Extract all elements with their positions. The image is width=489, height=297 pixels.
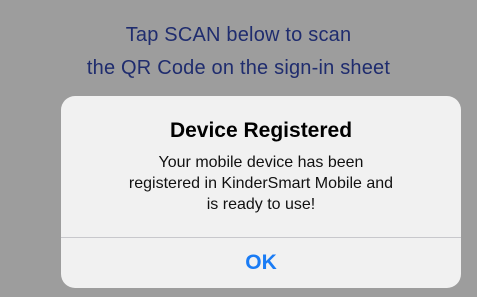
alert-message-line-2: registered in KinderSmart Mobile and bbox=[128, 175, 394, 192]
app-screen: Tap SCAN below to scan the QR Code on th… bbox=[0, 0, 489, 297]
alert-message-line-3: is ready to use! bbox=[206, 196, 316, 213]
alert-message: Your mobile device has been registered i… bbox=[89, 152, 433, 215]
alert-message-line-1: Your mobile device has been bbox=[158, 154, 364, 171]
ok-button[interactable]: OK bbox=[61, 238, 461, 288]
scan-instruction-line-1: Tap SCAN below to scan bbox=[125, 24, 352, 46]
alert-title: Device Registered bbox=[169, 119, 353, 142]
scan-instruction-line-2: the QR Code on the sign-in sheet bbox=[86, 57, 391, 79]
alert-dialog: Device Registered Your mobile device has… bbox=[61, 96, 461, 288]
